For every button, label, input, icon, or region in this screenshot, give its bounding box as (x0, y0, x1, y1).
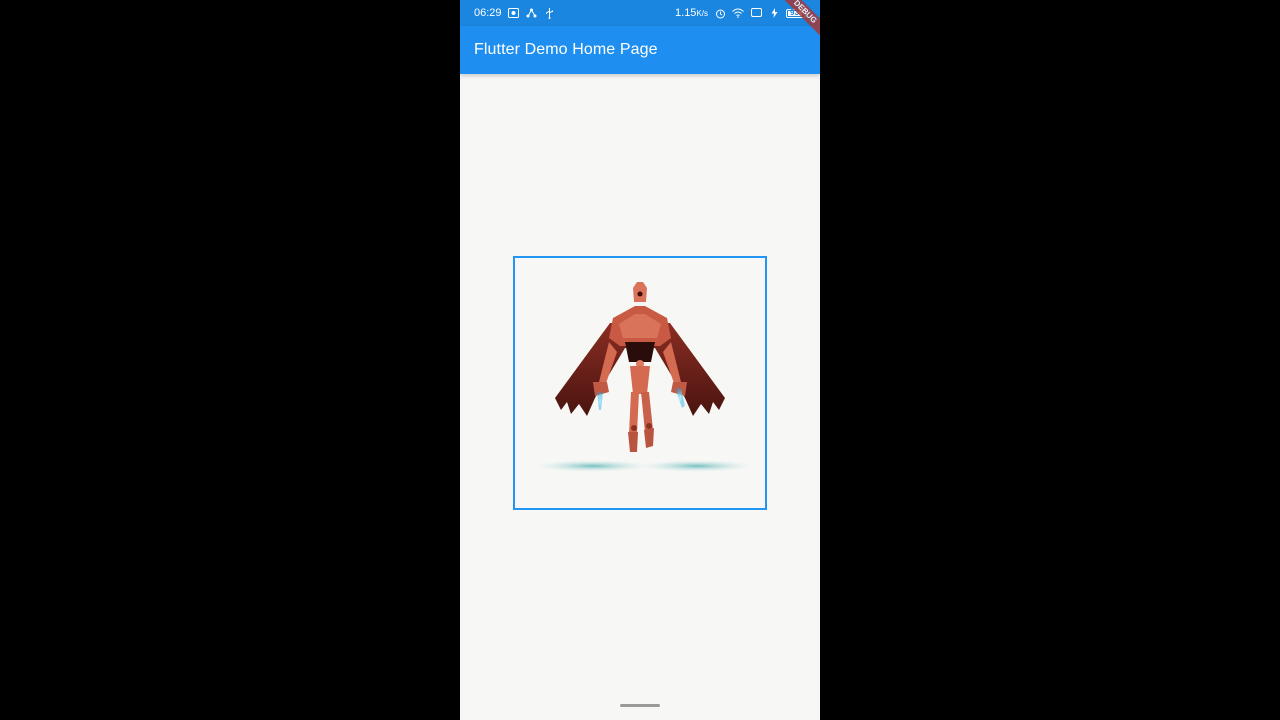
usb-icon (544, 7, 556, 19)
app-bar: Flutter Demo Home Page (460, 26, 820, 74)
sprite-image-frame (513, 256, 767, 510)
status-left: 06:29 (474, 7, 556, 19)
robot-character (555, 282, 725, 452)
status-right: 1.15K/s 93 (675, 7, 806, 19)
status-bar: 06:29 1.15K/s 93 (460, 0, 820, 26)
share-icon (526, 7, 538, 19)
screen-icon (750, 7, 762, 19)
status-time: 06:29 (474, 7, 502, 19)
gesture-nav-handle[interactable] (620, 704, 660, 707)
photo-icon (508, 7, 520, 19)
phone-screen: 06:29 1.15K/s 93 Flutter Demo Home Page … (460, 0, 820, 720)
sprite-image (535, 282, 755, 472)
network-unit: K/s (696, 9, 708, 18)
wifi-icon (732, 7, 744, 19)
app-bar-title: Flutter Demo Home Page (474, 41, 658, 58)
alarm-icon (714, 7, 726, 19)
network-speed: 1.15K/s (675, 7, 708, 19)
floor-shadow-left (535, 460, 651, 472)
charging-icon (768, 7, 780, 19)
floor-shadow-right (639, 460, 755, 472)
